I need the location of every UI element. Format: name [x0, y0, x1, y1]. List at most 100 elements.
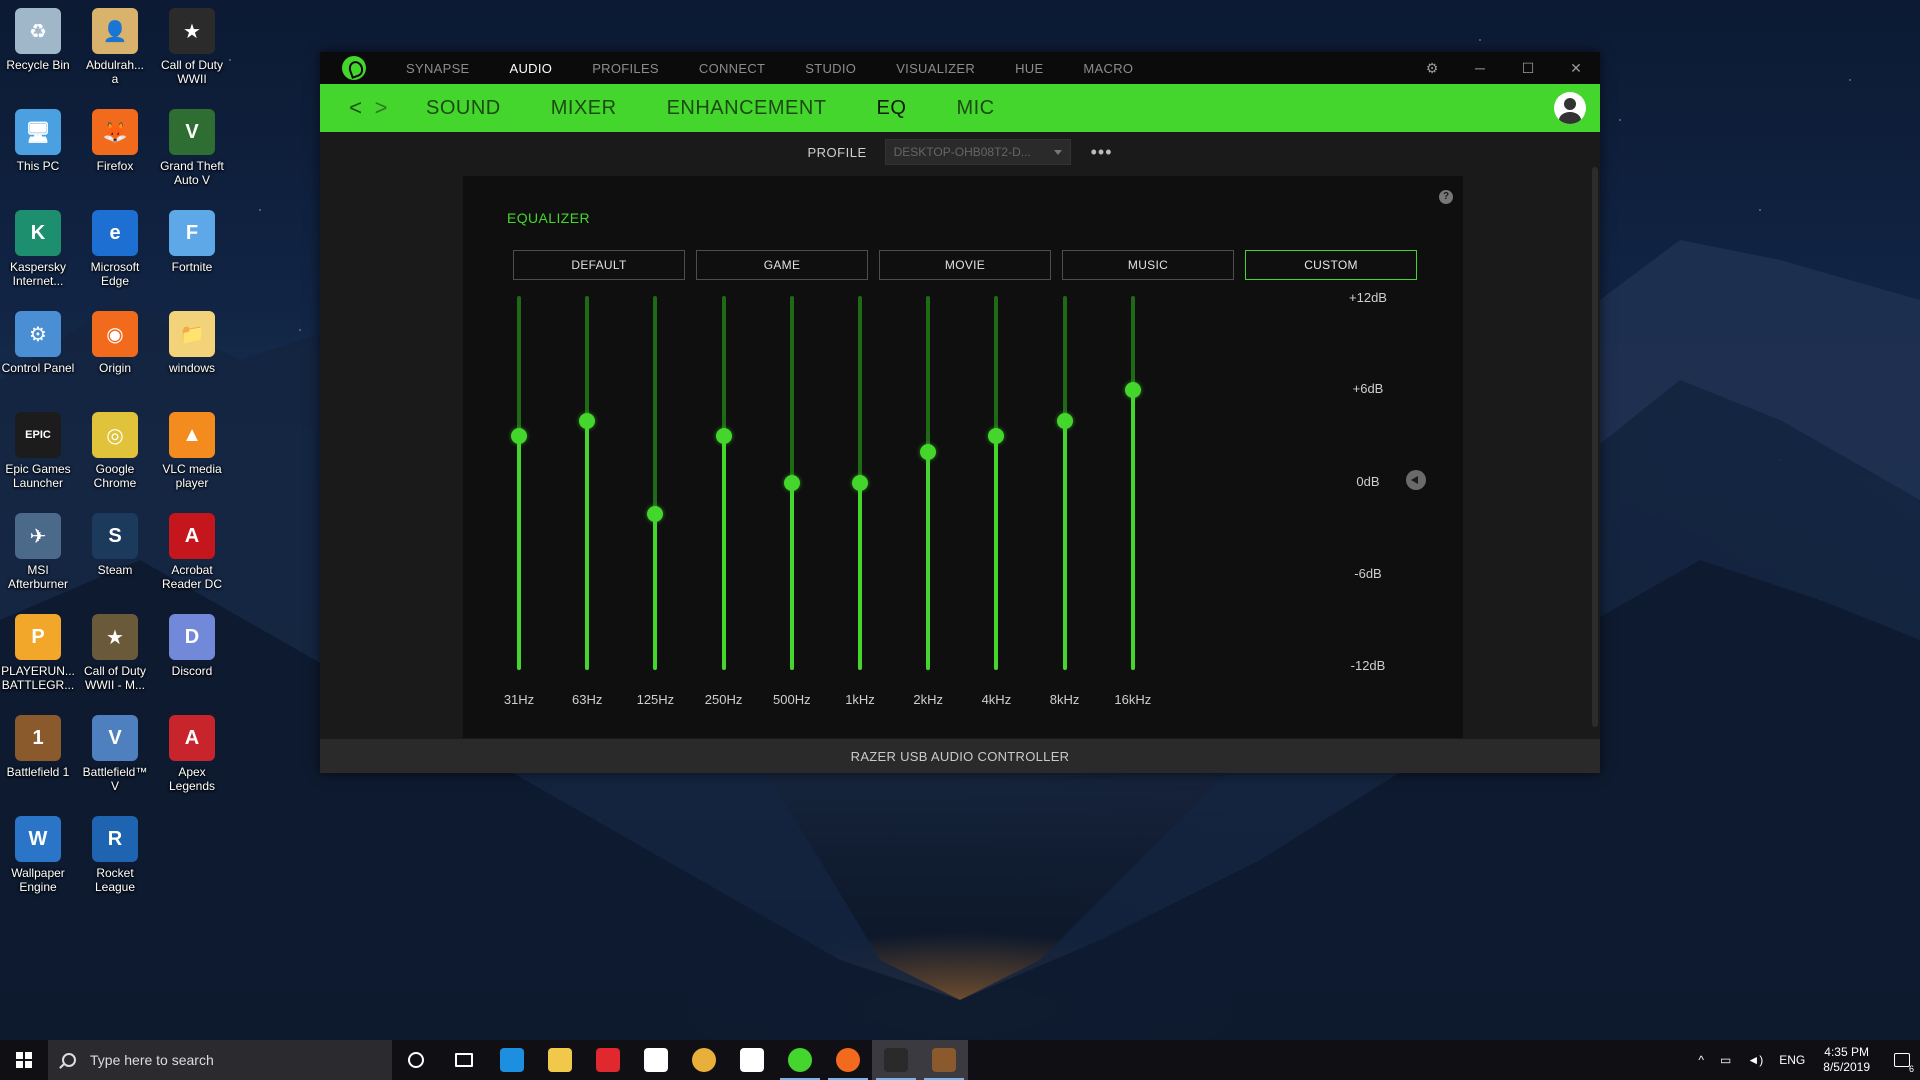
store-icon: [644, 1048, 668, 1072]
taskbar-razer-synapse-button[interactable]: [776, 1040, 824, 1080]
desktop-icon[interactable]: ◎ Google Chrome: [77, 412, 153, 490]
start-button[interactable]: [0, 1040, 48, 1080]
desktop-icon[interactable]: R Rocket League: [77, 816, 153, 894]
desktop-icon[interactable]: P PLAYERUN... BATTLEGR...: [0, 614, 76, 692]
desktop-app-icon: V: [169, 109, 215, 155]
desktop-icon[interactable]: ★ Call of Duty WWII - M...: [77, 614, 153, 692]
desktop-icon[interactable]: D Discord: [154, 614, 230, 678]
desktop-icon[interactable]: A Acrobat Reader DC: [154, 513, 230, 591]
taskbar-search-box[interactable]: Type here to search: [48, 1040, 392, 1080]
search-icon: [62, 1053, 76, 1067]
eq-band-slider-handle[interactable]: [783, 475, 800, 491]
taskbar-edge-button[interactable]: [488, 1040, 536, 1080]
reset-arrow-icon[interactable]: [1406, 470, 1426, 490]
desktop-icon[interactable]: V Grand Theft Auto V: [154, 109, 230, 187]
eq-band-slider-handle[interactable]: [579, 412, 596, 429]
topnav-macro[interactable]: MACRO: [1083, 61, 1133, 76]
desktop-app-icon: D: [169, 614, 215, 660]
maximize-button[interactable]: ☐: [1504, 60, 1552, 77]
desktop-icon[interactable]: 🖥 This PC: [0, 109, 76, 173]
back-arrow-icon[interactable]: <: [320, 95, 362, 121]
topnav-profiles[interactable]: PROFILES: [592, 61, 659, 76]
desktop-icon[interactable]: e Microsoft Edge: [77, 210, 153, 288]
desktop-icon[interactable]: ✈ MSI Afterburner: [0, 513, 76, 591]
eq-band-slider-handle[interactable]: [1056, 412, 1073, 429]
desktop-icon[interactable]: ◉ Origin: [77, 311, 153, 375]
eq-band-slider-handle[interactable]: [1124, 381, 1141, 398]
taskbar-mail-button[interactable]: [728, 1040, 776, 1080]
profile-dropdown[interactable]: DESKTOP-OHB08T2-D...: [884, 139, 1071, 165]
scrollbar[interactable]: [1592, 167, 1598, 727]
desktop-icon[interactable]: ♻ Recycle Bin: [0, 8, 76, 72]
taskbar-task-view-button[interactable]: [440, 1040, 488, 1080]
taskbar-origin-button[interactable]: [824, 1040, 872, 1080]
chrome-icon: [692, 1048, 716, 1072]
topnav-studio[interactable]: STUDIO: [805, 61, 856, 76]
volume-icon[interactable]: ◄): [1747, 1053, 1763, 1067]
topnav-visualizer[interactable]: VISUALIZER: [896, 61, 975, 76]
clock[interactable]: 4:35 PM 8/5/2019: [1823, 1045, 1870, 1075]
desktop-icon-label: Acrobat Reader DC: [161, 563, 223, 591]
desktop-icon[interactable]: ⚙ Control Panel: [0, 311, 76, 375]
desktop-app-icon: EPIC: [15, 412, 61, 458]
desktop-icon[interactable]: A Apex Legends: [154, 715, 230, 793]
desktop-app-icon: ★: [169, 8, 215, 54]
desktop-icon[interactable]: 🦊 Firefox: [77, 109, 153, 173]
eq-band-slider-handle[interactable]: [988, 428, 1005, 445]
desktop-app-icon: ▲: [169, 412, 215, 458]
taskbar-file-explorer-button[interactable]: [536, 1040, 584, 1080]
desktop-icon[interactable]: 1 Battlefield 1: [0, 715, 76, 779]
desktop-icon[interactable]: ▲ VLC media player: [154, 412, 230, 490]
tab-enhancement[interactable]: ENHANCEMENT: [667, 97, 827, 120]
desktop-icon[interactable]: S Steam: [77, 513, 153, 577]
taskbar-game-button[interactable]: [920, 1040, 968, 1080]
topnav-hue[interactable]: HUE: [1015, 61, 1043, 76]
taskbar-store-button[interactable]: [632, 1040, 680, 1080]
close-button[interactable]: ✕: [1552, 60, 1600, 77]
taskbar-chrome-button[interactable]: [680, 1040, 728, 1080]
eq-band-slider-handle[interactable]: [852, 475, 868, 491]
taskbar-epic-games-button[interactable]: [872, 1040, 920, 1080]
forward-arrow-icon[interactable]: >: [362, 95, 400, 121]
tab-eq[interactable]: EQ: [877, 97, 907, 120]
user-avatar-icon[interactable]: [1554, 92, 1586, 124]
settings-gear-icon[interactable]: ⚙: [1408, 60, 1456, 77]
topnav-synapse[interactable]: SYNAPSE: [406, 61, 470, 76]
taskbar-nodes-app-button[interactable]: [584, 1040, 632, 1080]
clock-date: 8/5/2019: [1823, 1060, 1870, 1074]
desktop-app-icon: ⚙: [15, 311, 61, 357]
eq-band-slider-handle[interactable]: [647, 506, 664, 523]
eq-band-slider-handle[interactable]: [715, 428, 732, 445]
desktop-icon[interactable]: K Kaspersky Internet...: [0, 210, 76, 288]
desktop-icon[interactable]: ★ Call of Duty WWII: [154, 8, 230, 86]
desktop-icon-label: Abdulrah... a: [85, 58, 145, 86]
clock-time: 4:35 PM: [1824, 1045, 1869, 1059]
chevron-up-icon[interactable]: ^: [1698, 1053, 1704, 1067]
eq-band-slider-handle[interactable]: [511, 428, 527, 445]
eq-band-slider-handle[interactable]: [920, 443, 937, 460]
profile-label: PROFILE: [807, 144, 867, 160]
tab-mixer[interactable]: MIXER: [551, 97, 617, 120]
desktop-icon[interactable]: 📁 windows: [154, 311, 230, 375]
tab-sound[interactable]: SOUND: [426, 97, 501, 120]
top-nav: SYNAPSE AUDIO PROFILES CONNECT STUDIO VI…: [406, 61, 1173, 76]
desktop-icon[interactable]: EPIC Epic Games Launcher: [0, 412, 76, 490]
minimize-button[interactable]: ─: [1456, 60, 1504, 76]
taskbar-cortana-button[interactable]: [392, 1040, 440, 1080]
desktop-icon[interactable]: W Wallpaper Engine: [0, 816, 76, 894]
desktop-app-icon: W: [15, 816, 61, 862]
more-options-icon[interactable]: •••: [1091, 142, 1113, 163]
topnav-connect[interactable]: CONNECT: [699, 61, 765, 76]
sub-nav: < > SOUND MIXER ENHANCEMENT EQ MIC: [320, 84, 1600, 132]
desktop-icon[interactable]: 👤 Abdulrah... a: [77, 8, 153, 86]
razer-logo-icon[interactable]: [342, 56, 366, 80]
desktop-app-icon: ✈: [15, 513, 61, 559]
desktop-icon[interactable]: F Fortnite: [154, 210, 230, 274]
topnav-audio[interactable]: AUDIO: [510, 61, 553, 76]
action-center-button[interactable]: 6: [1884, 1040, 1920, 1080]
language-indicator[interactable]: ENG: [1779, 1053, 1805, 1067]
profile-row: PROFILE DESKTOP-OHB08T2-D... •••: [320, 132, 1600, 172]
network-icon[interactable]: ▭: [1720, 1053, 1731, 1067]
tab-mic[interactable]: MIC: [956, 97, 994, 120]
desktop-icon[interactable]: V Battlefield™ V: [77, 715, 153, 793]
